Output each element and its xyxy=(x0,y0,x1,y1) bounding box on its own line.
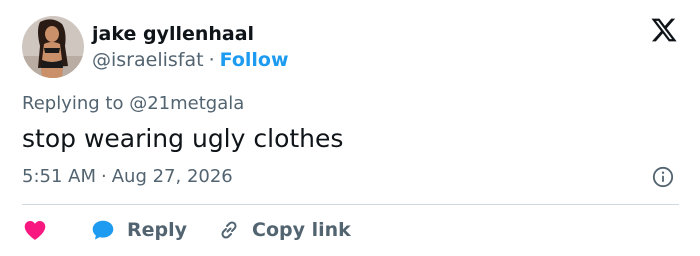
tweet-date: Aug 27, 2026 xyxy=(111,166,233,187)
handle-row: @israelisfat · Follow xyxy=(92,48,289,72)
speech-bubble-icon xyxy=(92,220,114,240)
replying-to[interactable]: Replying to @21metgala xyxy=(22,92,244,116)
author-block: jake gyllenhaal @israelisfat · Follow xyxy=(92,22,289,72)
avatar[interactable] xyxy=(22,16,84,78)
x-logo-icon[interactable] xyxy=(650,16,678,44)
timestamp-separator: · xyxy=(101,166,107,187)
follow-button[interactable]: Follow xyxy=(220,49,289,71)
user-handle[interactable]: @israelisfat xyxy=(92,49,204,71)
info-icon[interactable] xyxy=(652,166,674,188)
action-bar: Reply Copy link xyxy=(22,216,351,244)
handle-separator: · xyxy=(208,49,215,71)
tweet-embed-card: jake gyllenhaal @israelisfat · Follow Repl… xyxy=(0,0,700,256)
copy-link-button[interactable]: Copy link xyxy=(217,218,351,242)
reply-label: Reply xyxy=(127,219,188,241)
divider xyxy=(22,204,679,205)
timestamp[interactable]: 5:51 AM · Aug 27, 2026 xyxy=(22,165,233,189)
display-name[interactable]: jake gyllenhaal xyxy=(92,22,289,46)
tweet-time: 5:51 AM xyxy=(22,166,96,187)
reply-button[interactable]: Reply xyxy=(90,217,187,243)
like-button[interactable] xyxy=(22,217,48,243)
avatar-image xyxy=(22,16,84,78)
copy-link-label: Copy link xyxy=(252,219,351,241)
link-icon xyxy=(221,221,237,239)
tweet-text: stop wearing ugly clothes xyxy=(22,124,344,153)
heart-icon xyxy=(24,221,46,240)
